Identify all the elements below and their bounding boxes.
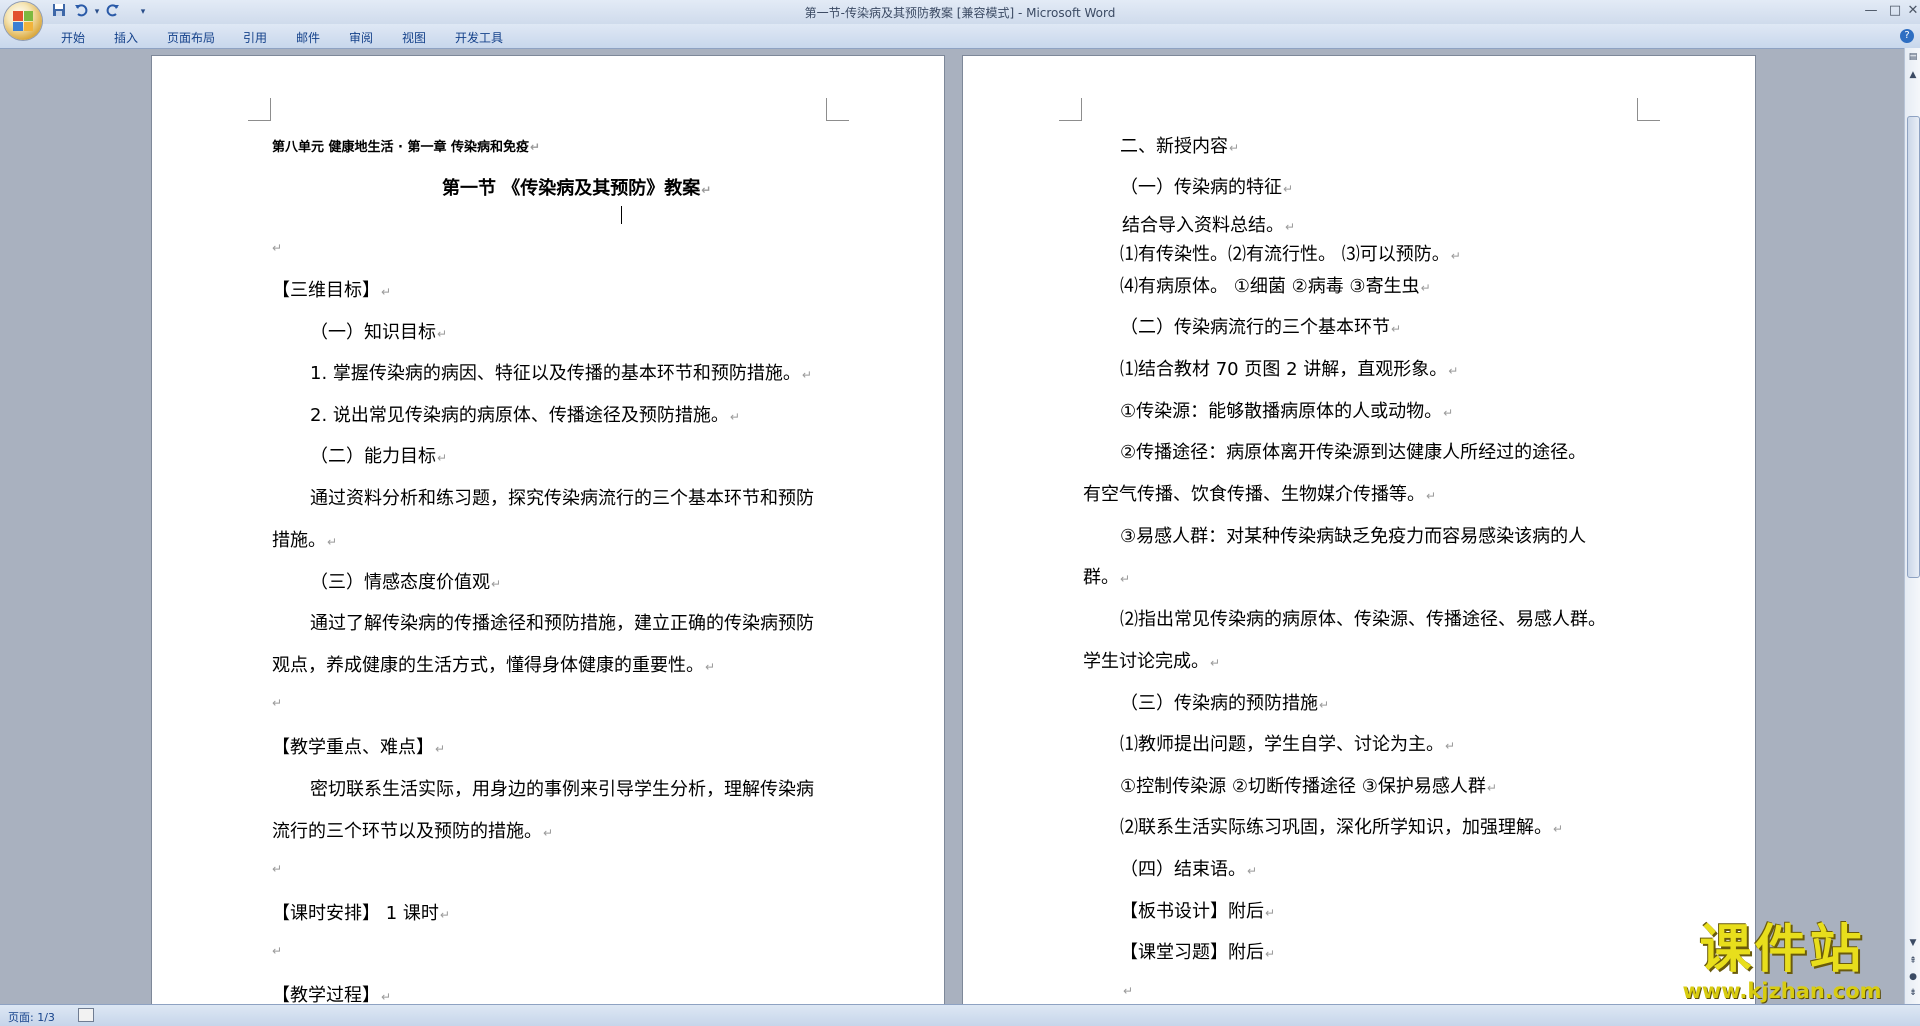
paragraph: （一）知识目标↵ <box>310 322 448 343</box>
paragraph: ⑴结合教材 70 页图 2 讲解，直观形象。↵ <box>1120 359 1459 380</box>
paragraph: ⑴有传染性。⑵有流行性。 ⑶可以预防。↵ <box>1120 244 1461 265</box>
browse-object-icon[interactable]: ● <box>1906 970 1920 984</box>
paragraph: 2. 说出常见传染病的病原体、传播途径及预防措施。↵ <box>310 405 740 426</box>
next-page-icon[interactable]: ⇟ <box>1906 986 1920 1000</box>
tab-developer[interactable]: 开发工具 <box>455 29 503 46</box>
paragraph: 群。↵ <box>1083 567 1131 588</box>
ruler-toggle-icon[interactable]: ▤ <box>1906 50 1920 64</box>
status-bar: 页面: 1/3 <box>0 1004 1920 1026</box>
tab-references[interactable]: 引用 <box>243 29 267 46</box>
document-title: 第一节 《传染病及其预防》教案↵ <box>442 178 712 199</box>
paragraph: 二、新授内容↵ <box>1120 136 1240 157</box>
paragraph: 流行的三个环节以及预防的措施。↵ <box>272 821 554 842</box>
scroll-down-icon[interactable]: ▼ <box>1906 936 1920 950</box>
window-title: 第一节-传染病及其预防教案 [兼容模式] - Microsoft Word <box>804 6 1116 20</box>
margin-corner-mark <box>1059 98 1082 121</box>
empty-paragraph-mark: ↵ <box>272 862 283 876</box>
text-cursor <box>621 206 622 224</box>
office-button[interactable] <box>4 2 42 40</box>
tab-review[interactable]: 审阅 <box>349 29 373 46</box>
paragraph: 有空气传播、饮食传播、生物媒介传播等。↵ <box>1083 484 1437 505</box>
tab-home[interactable]: 开始 <box>61 29 85 46</box>
paragraph: 通过了解传染病的传播途径和预防措施，建立正确的传染病预防 <box>310 613 814 634</box>
scrollbar-thumb[interactable] <box>1907 116 1920 578</box>
paragraph: 【课时安排】 1 课时↵ <box>272 903 450 924</box>
minimize-button[interactable]: — <box>1860 2 1882 20</box>
document-header-line: 第八单元 健康地生活 · 第一章 传染病和免疫↵ <box>272 140 541 155</box>
status-page-count[interactable]: 页面: 1/3 <box>8 1009 55 1025</box>
paragraph: 【课堂习题】附后↵ <box>1120 942 1276 963</box>
watermark-title: 课件站 <box>1699 920 1865 980</box>
paragraph: 学生讨论完成。↵ <box>1083 651 1221 672</box>
paragraph: 【板书设计】附后↵ <box>1120 901 1276 922</box>
paragraph: 观点，养成健康的生活方式，懂得身体健康的重要性。↵ <box>272 655 716 676</box>
tab-insert[interactable]: 插入 <box>114 29 138 46</box>
scroll-up-icon[interactable]: ▲ <box>1906 68 1920 82</box>
tab-page-layout[interactable]: 页面布局 <box>167 29 215 46</box>
paragraph: ③易感人群：对某种传染病缺乏免疫力而容易感染该病的人 <box>1120 526 1587 547</box>
proofing-status-icon[interactable] <box>78 1008 94 1022</box>
paragraph: （一）传染病的特征↵ <box>1120 177 1294 198</box>
paragraph: 【教学重点、难点】↵ <box>272 737 446 758</box>
tab-mailings[interactable]: 邮件 <box>296 29 320 46</box>
document-page-2[interactable]: 二、新授内容↵ （一）传染病的特征↵ 结合导入资料总结。↵ ⑴有传染性。⑵有流行… <box>963 56 1755 1012</box>
watermark-url: www.kjzhan.com <box>1682 979 1882 1003</box>
empty-paragraph-mark: ↵ <box>272 696 283 710</box>
margin-corner-mark <box>826 98 849 121</box>
close-button[interactable]: ✕ <box>1902 2 1920 20</box>
paragraph: （三）传染病的预防措施↵ <box>1120 693 1330 714</box>
vertical-scrollbar[interactable]: ▤ ▲ ▼ ⇞ ● ⇟ <box>1904 48 1920 1004</box>
help-icon[interactable]: ? <box>1900 29 1914 43</box>
paragraph: 通过资料分析和练习题，探究传染病流行的三个基本环节和预防 <box>310 488 814 509</box>
paragraph: ①传染源：能够散播病原体的人或动物。↵ <box>1120 401 1454 422</box>
office-logo-icon <box>13 11 33 31</box>
paragraph: 【三维目标】↵ <box>272 280 392 301</box>
paragraph: （二）能力目标↵ <box>310 446 448 467</box>
tab-view[interactable]: 视图 <box>402 29 426 46</box>
paragraph: （三）情感态度价值观↵ <box>310 572 502 593</box>
margin-corner-mark <box>248 98 271 121</box>
paragraph: ⑵指出常见传染病的病原体、传染源、传播途径、易感人群。 <box>1120 609 1606 630</box>
paragraph: ①控制传染源 ②切断传播途径 ③保护易感人群↵ <box>1120 776 1497 797</box>
paragraph: ②传播途径：病原体离开传染源到达健康人所经过的途径。 <box>1120 442 1587 463</box>
paragraph: ⑵联系生活实际练习巩固，深化所学知识，加强理解。↵ <box>1120 817 1564 838</box>
paragraph: （四）结束语。↵ <box>1120 859 1258 880</box>
title-bar: ▾ ▾ 第一节-传染病及其预防教案 [兼容模式] - Microsoft Wor… <box>0 0 1920 40</box>
paragraph: 措施。↵ <box>272 530 338 551</box>
empty-paragraph-mark: ↵ <box>272 944 283 958</box>
document-page-1[interactable]: 第八单元 健康地生活 · 第一章 传染病和免疫↵ 第一节 《传染病及其预防》教案… <box>152 56 944 1012</box>
margin-corner-mark <box>1637 98 1660 121</box>
paragraph: 结合导入资料总结。↵ <box>1122 215 1296 236</box>
empty-paragraph-mark: ↵ <box>272 241 283 255</box>
paragraph: ⑴教师提出问题，学生自学、讨论为主。↵ <box>1120 734 1456 755</box>
previous-page-icon[interactable]: ⇞ <box>1906 954 1920 968</box>
paragraph: （二）传染病流行的三个基本环节↵ <box>1120 317 1402 338</box>
kjzhan-watermark-logo: 课件站 www.kjzhan.com <box>1667 920 1897 1002</box>
empty-paragraph-mark: ↵ <box>1123 984 1134 998</box>
paragraph: 密切联系生活实际，用身边的事例来引导学生分析，理解传染病 <box>310 779 814 800</box>
paragraph: 1. 掌握传染病的病因、特征以及传播的基本环节和预防措施。↵ <box>310 363 812 384</box>
ribbon-tabs: 开始 插入 页面布局 引用 邮件 审阅 视图 开发工具 ? <box>0 24 1920 49</box>
paragraph: ⑷有病原体。 ①细菌 ②病毒 ③寄生虫↵ <box>1120 276 1431 297</box>
